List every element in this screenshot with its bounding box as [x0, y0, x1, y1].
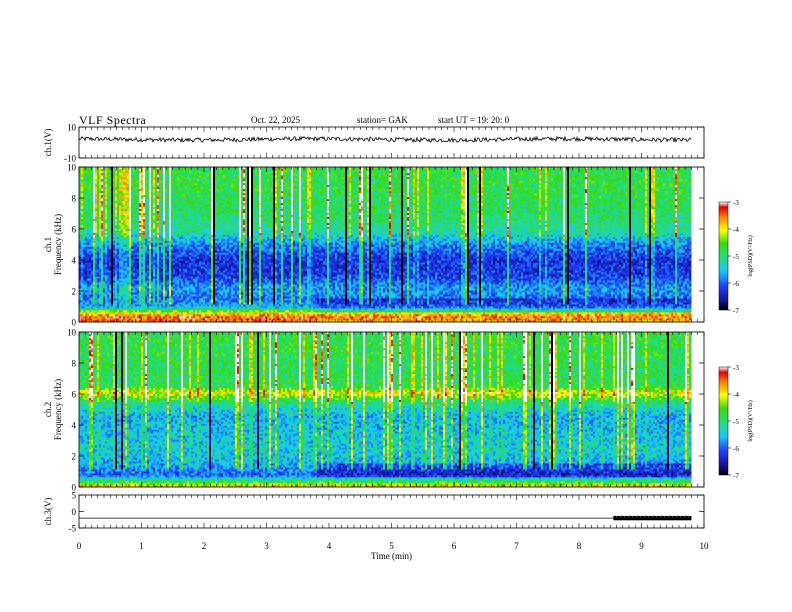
ch2-spectrogram-axis-label: ch.2Frequency (kHz)	[43, 379, 63, 440]
x-axis-label: Time (min)	[371, 551, 412, 561]
x-tick-label: 6	[452, 541, 457, 551]
ch2-spectrogram-y-tick-label: 4	[72, 421, 77, 431]
ch2-spectrogram-colorbar	[719, 367, 728, 475]
ch1-spectrogram-y-tick-label: 0	[72, 318, 77, 328]
ch3-waveform-y-tick-label: -5	[69, 524, 77, 534]
x-tick-label: 1	[139, 541, 144, 551]
ch2-spectrogram-colorbar-tick: -3	[733, 364, 739, 372]
x-tick-label: 9	[639, 541, 644, 551]
ch1-spectrogram-y-tick-label: 8	[72, 194, 77, 204]
ch1-spectrogram-y-tick-label: 4	[72, 256, 77, 266]
ch1-spectrogram-colorbar-tick: -4	[733, 226, 739, 234]
ch2-spectrogram-colorbar-label: log(PSD)(V²/Hz)	[747, 400, 754, 441]
ch1-waveform-axis-label: ch.1(V)	[43, 129, 53, 157]
panels-layer	[79, 127, 731, 528]
ch1-spectrogram-colorbar-tick: -6	[733, 280, 739, 288]
x-tick-label: 0	[77, 541, 82, 551]
ch1-spectrogram-colorbar-label: log(PSD)(V²/Hz)	[747, 235, 754, 276]
ch2-spectrogram-colorbar-tick: -5	[733, 418, 739, 426]
x-tick-label: 3	[264, 541, 269, 551]
ch1-waveform-y-tick-label: 10	[67, 123, 77, 133]
ch2-spectrogram-colorbar-tick: -4	[733, 391, 739, 399]
x-tick-label: 5	[389, 541, 394, 551]
x-tick-label: 7	[514, 541, 519, 551]
ch2-spectrogram-colorbar-tick: -6	[733, 445, 739, 453]
ch1-spectrogram-colorbar	[719, 202, 728, 310]
ch2-spectrogram-y-tick-label: 2	[72, 452, 77, 462]
x-tick-label: 4	[327, 541, 332, 551]
x-tick-label: 10	[700, 541, 710, 551]
ch1-spectrogram-colorbar-tick: -3	[733, 199, 739, 207]
ch3-waveform-axis-label: ch.3(V)	[43, 498, 53, 526]
x-tick-label: 2	[202, 541, 207, 551]
ch2-spectrogram-y-tick-label: 6	[72, 390, 77, 400]
ch1-spectrogram-y-tick-label: 6	[72, 225, 77, 235]
ch2-spectrogram-y-tick-label: 8	[72, 359, 77, 369]
ch1-spectrogram-colorbar-tick: -7	[733, 307, 739, 315]
x-tick-label: 8	[577, 541, 582, 551]
ch1-waveform-trace	[79, 137, 691, 142]
ch2-spectrogram-y-tick-label: 10	[67, 328, 77, 338]
ch2-spectrogram-colorbar-tick: -7	[733, 472, 739, 480]
ch1-spectrogram-heatmap	[79, 167, 693, 322]
ch1-spectrogram-y-tick-label: 2	[72, 287, 77, 297]
ch1-spectrogram-colorbar-tick: -5	[733, 253, 739, 261]
ch2-spectrogram-heatmap	[79, 332, 693, 487]
ch1-spectrogram-axis-label: ch.1Frequency (kHz)	[43, 214, 63, 275]
ch1-spectrogram-y-tick-label: 10	[67, 163, 77, 173]
ch3-waveform-y-tick-label: 0	[72, 507, 77, 517]
vlf-spectra-figure: 10-10ch.1(V)0246810ch.1Frequency (kHz)-3…	[0, 0, 792, 612]
ch3-waveform-y-tick-label: 5	[72, 491, 77, 501]
